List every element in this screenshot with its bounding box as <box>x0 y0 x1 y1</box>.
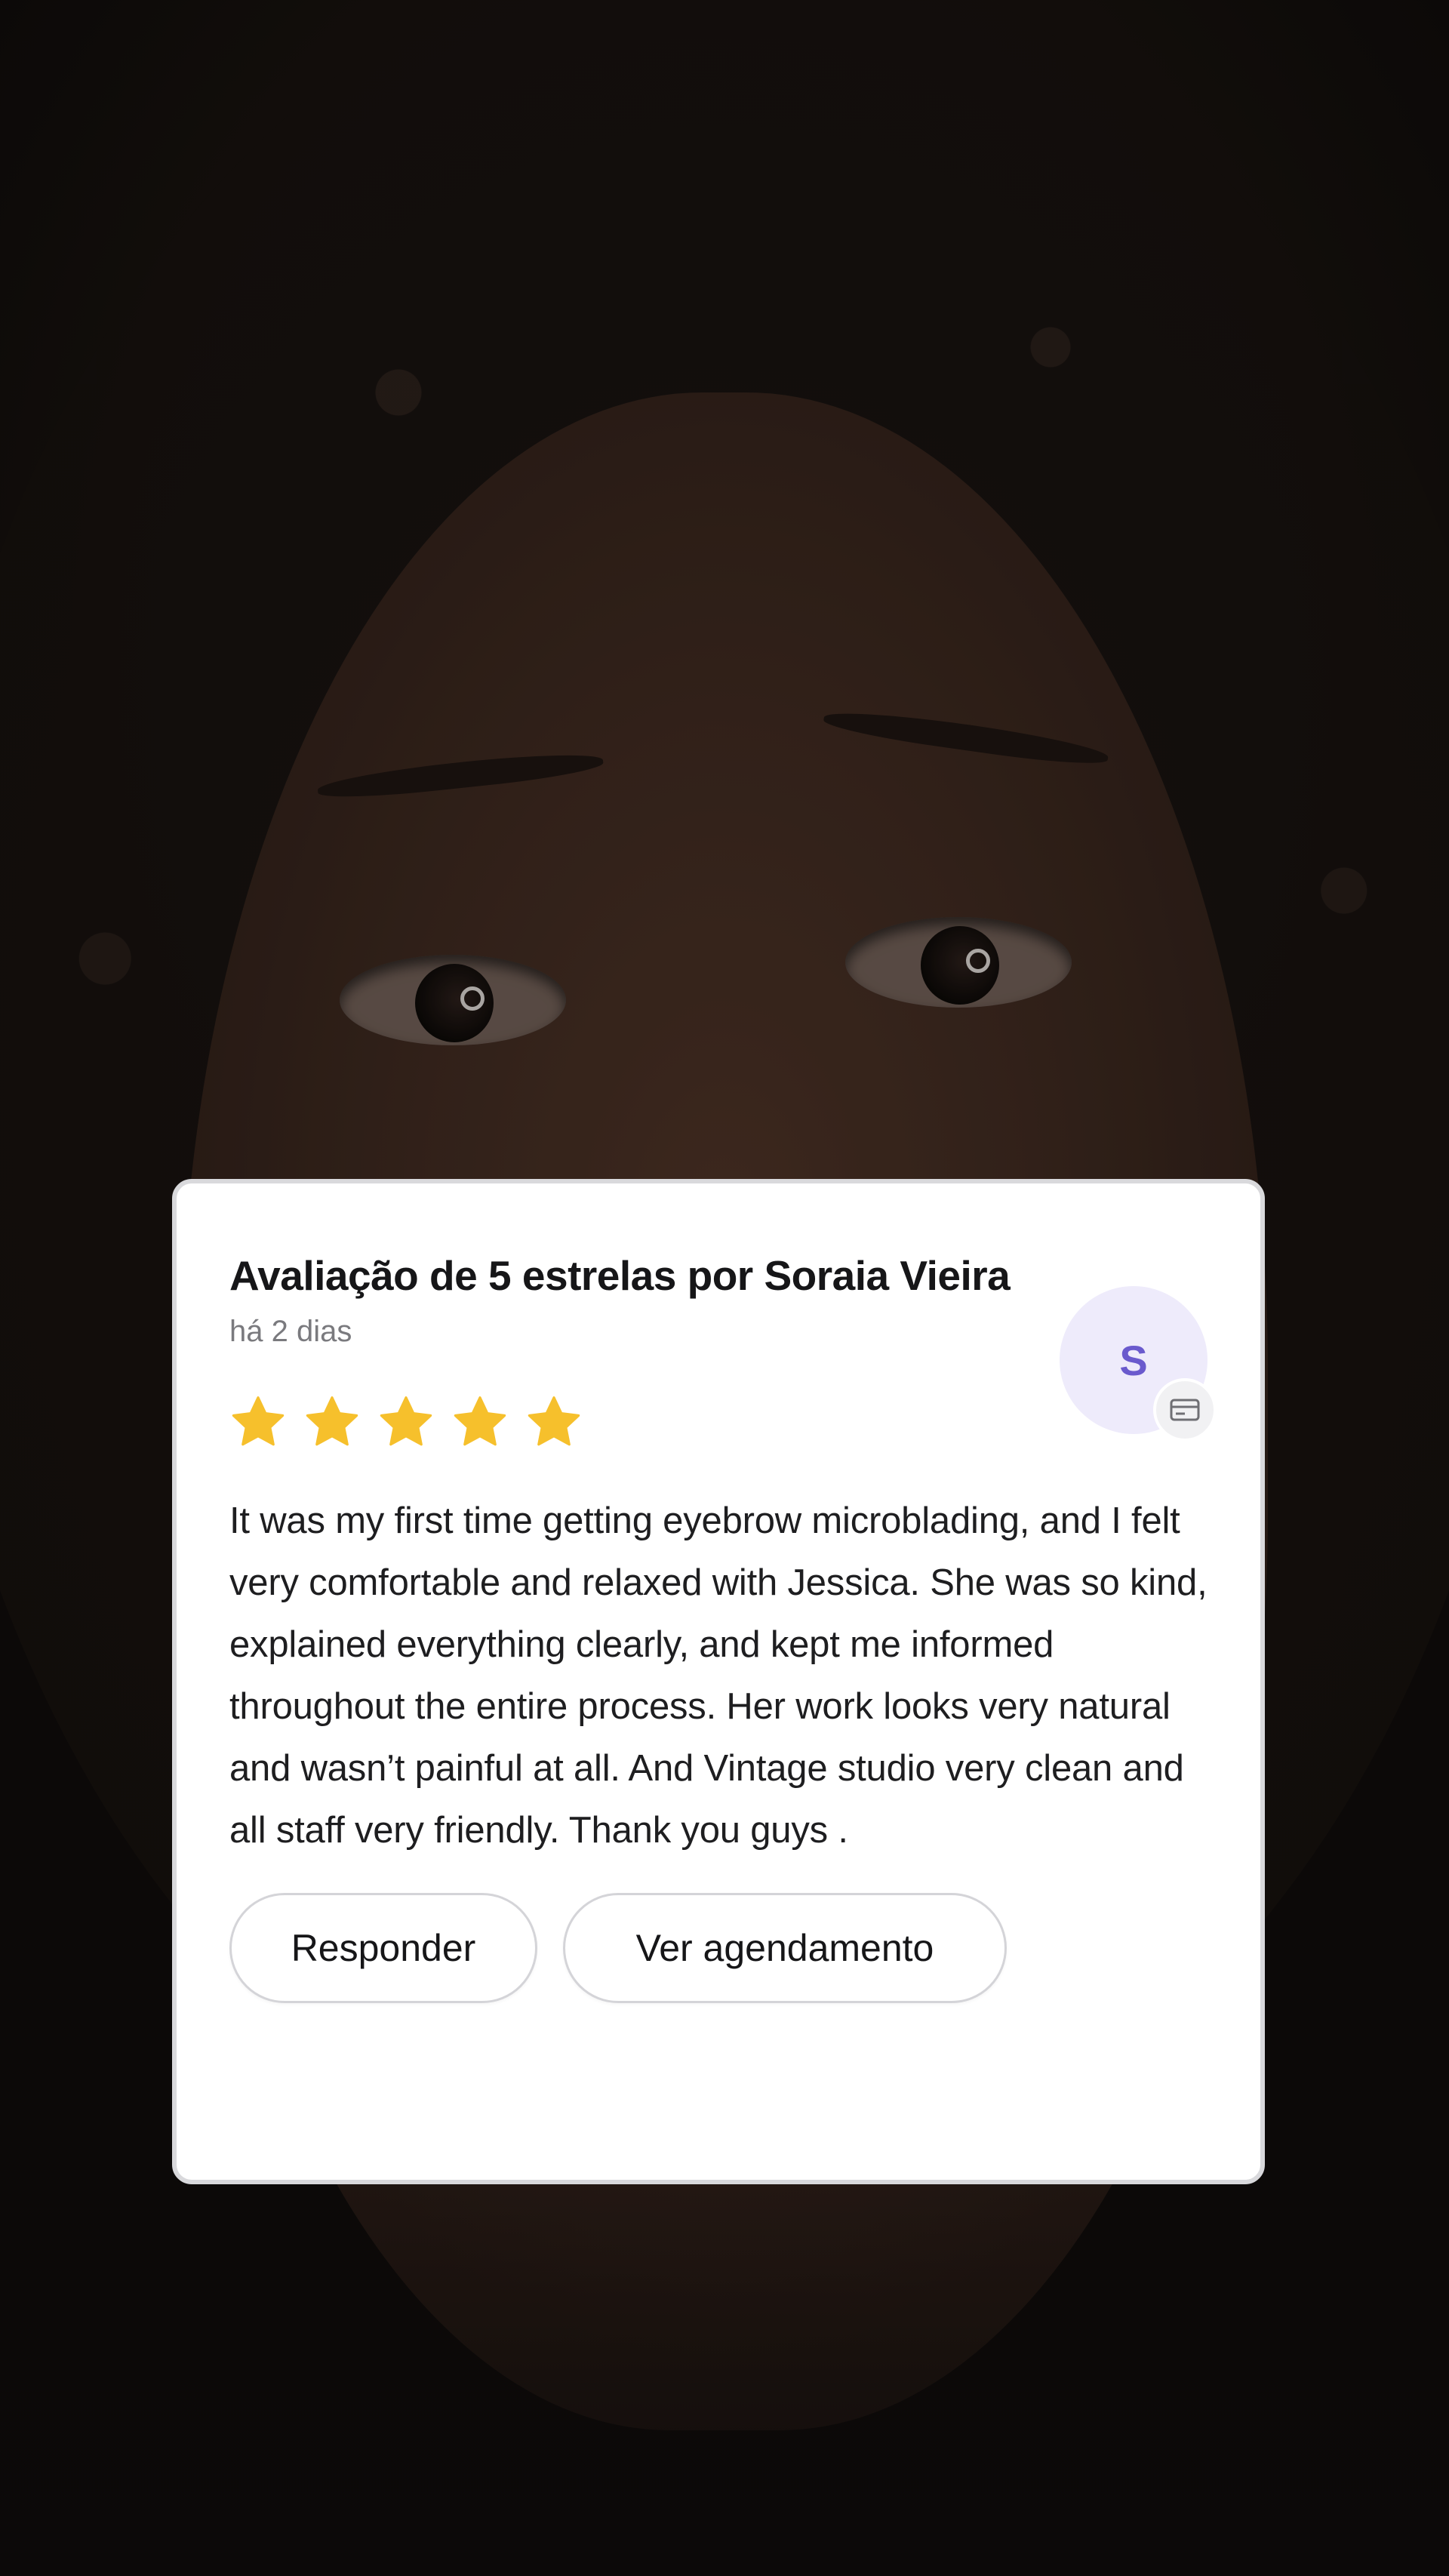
view-booking-button[interactable]: Ver agendamento <box>563 1893 1007 2003</box>
review-title: Avaliação de 5 estrelas por Soraia Vieir… <box>229 1252 1011 1299</box>
reply-button[interactable]: Responder <box>229 1893 537 2003</box>
star-icon <box>306 1396 358 1446</box>
star-icon <box>232 1396 285 1446</box>
review-actions: Responder Ver agendamento <box>229 1893 1206 2003</box>
star-icon <box>454 1396 506 1446</box>
avatar[interactable]: S <box>1060 1286 1217 1442</box>
star-rating <box>229 1393 1206 1451</box>
review-card: Avaliação de 5 estrelas por Soraia Vieir… <box>172 1179 1265 2184</box>
star-icon <box>380 1396 432 1446</box>
review-text: It was my first time getting eyebrow mic… <box>229 1500 1208 1851</box>
avatar-initial: S <box>1119 1336 1148 1384</box>
review-header: Avaliação de 5 estrelas por Soraia Vieir… <box>229 1242 1217 1442</box>
card-icon <box>1153 1378 1217 1442</box>
star-icon <box>528 1396 580 1446</box>
review-timestamp: há 2 dias <box>229 1315 352 1348</box>
